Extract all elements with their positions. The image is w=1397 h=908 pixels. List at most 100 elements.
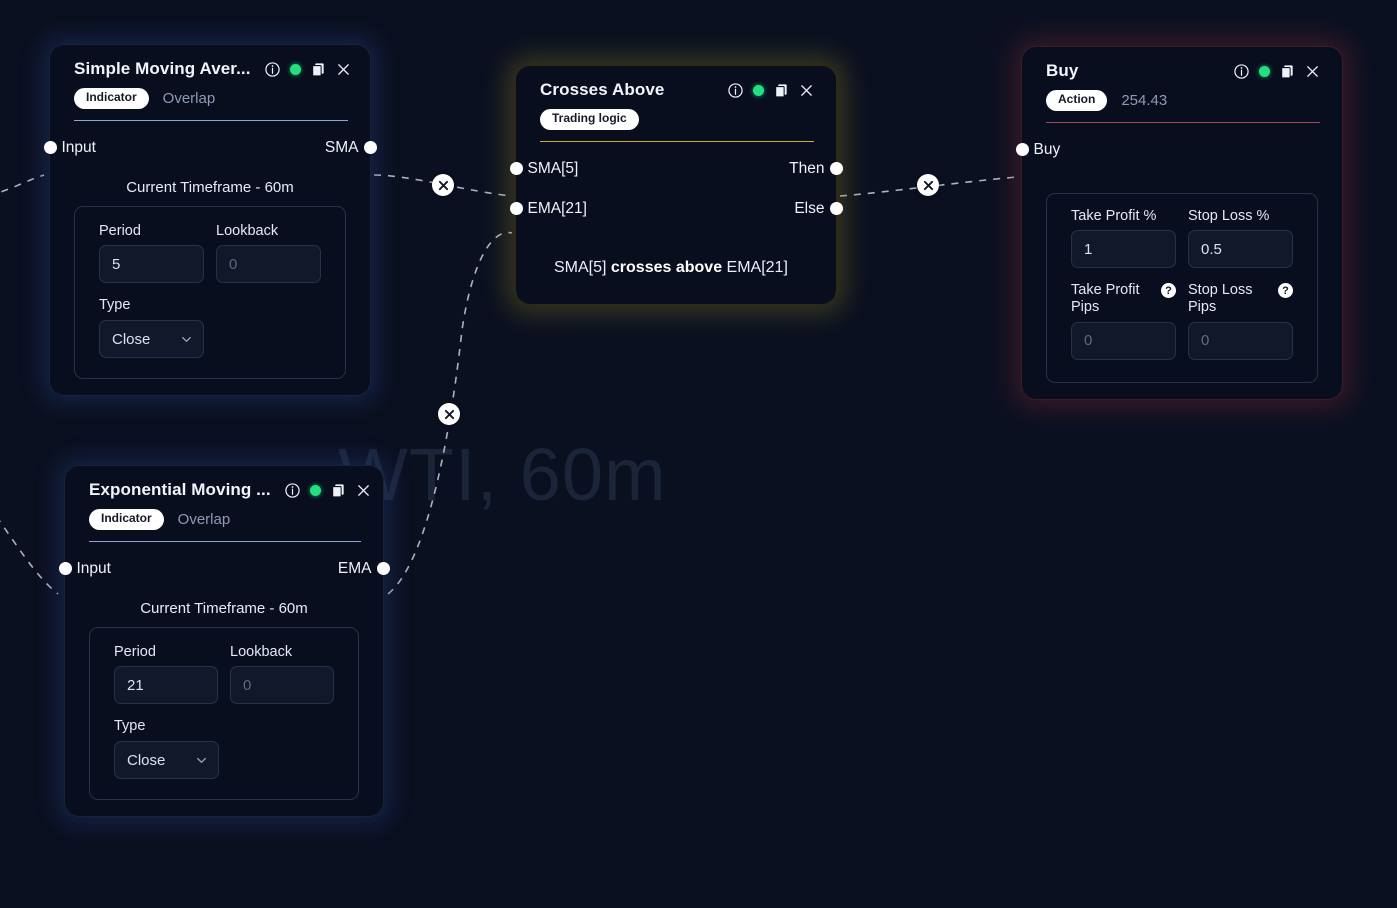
node-ports-row-1: SMA[5] Then	[509, 156, 843, 182]
duplicate-icon[interactable]	[774, 83, 789, 98]
port-label-else: Else	[794, 199, 825, 217]
info-icon[interactable]	[284, 482, 300, 498]
field-row-percent: Take Profit % Stop Loss %	[1047, 208, 1317, 269]
period-input[interactable]	[114, 666, 218, 705]
edge-delete-sma-to-logic[interactable]	[432, 174, 454, 196]
port-output-ema[interactable]: EMA	[338, 560, 390, 578]
port-dot-output[interactable]	[363, 141, 377, 155]
node-ports: Input SMA	[43, 135, 377, 161]
info-icon[interactable]	[264, 61, 280, 77]
close-icon[interactable]	[336, 62, 351, 77]
logic-expression: SMA[5] crosses above EMA[21]	[516, 222, 836, 288]
type-select[interactable]: Close	[114, 741, 219, 780]
node-title: Buy	[1046, 61, 1079, 80]
node-divider	[1046, 121, 1320, 123]
node-ports: Buy	[1015, 137, 1342, 163]
node-header-actions	[1234, 63, 1320, 79]
node-editor-canvas[interactable]: WTI, 60m Simple Moving Aver... Indicator…	[0, 0, 1397, 908]
duplicate-icon[interactable]	[1280, 64, 1295, 79]
info-icon[interactable]	[728, 82, 743, 98]
type-select-value: Close	[112, 330, 151, 348]
node-header-actions	[264, 61, 351, 77]
period-input[interactable]	[99, 245, 204, 284]
label-take-profit-pips: Take Profit Pips ?	[1071, 282, 1176, 315]
label-period: Period	[114, 643, 156, 660]
port-label-input: Buy	[1033, 140, 1061, 158]
node-header-actions	[728, 82, 814, 98]
port-input-a[interactable]: SMA[5]	[509, 160, 578, 178]
stop-loss-pips-input[interactable]	[1188, 321, 1293, 360]
logic-expression-left: SMA[5]	[554, 258, 611, 276]
port-dot-then[interactable]	[829, 162, 843, 176]
node-simple-moving-average[interactable]: Simple Moving Aver... Indicator Overlap	[43, 45, 377, 396]
node-divider	[74, 119, 348, 121]
node-header: Crosses Above	[516, 80, 836, 100]
current-price: 254.43	[1121, 91, 1168, 109]
port-dot-input-a[interactable]	[509, 162, 523, 176]
node-tabs: Indicator Overlap	[50, 79, 370, 109]
port-output-else[interactable]: Else	[794, 199, 843, 218]
field-stop-loss-pips: Stop Loss Pips ?	[1188, 282, 1293, 360]
node-divider	[540, 140, 814, 142]
edge-delete-logic-to-buy[interactable]	[917, 174, 939, 196]
label-lookback: Lookback	[230, 643, 293, 660]
port-output-sma[interactable]: SMA	[324, 138, 377, 157]
field-row: Period Lookback	[90, 644, 358, 705]
edge-delete-ema-to-logic[interactable]	[438, 403, 460, 425]
tab-overlap[interactable]: Overlap	[178, 511, 231, 528]
node-crosses-above[interactable]: Crosses Above Trading logic SMA[5] Then …	[509, 66, 843, 304]
node-exponential-moving-average[interactable]: Exponential Moving ... Indicator Overlap	[58, 466, 390, 817]
port-input[interactable]: Input	[58, 560, 111, 578]
node-header: Exponential Moving ...	[65, 480, 383, 500]
port-dot-input[interactable]	[1015, 143, 1029, 157]
close-x-icon	[444, 409, 454, 419]
port-output-then[interactable]: Then	[789, 160, 843, 178]
stop-loss-pct-input[interactable]	[1188, 230, 1293, 269]
port-input-buy[interactable]: Buy	[1015, 140, 1061, 159]
duplicate-icon[interactable]	[331, 483, 346, 498]
close-icon[interactable]	[356, 483, 371, 498]
port-input-b[interactable]: EMA[21]	[509, 199, 587, 218]
status-dot-icon	[1259, 65, 1270, 77]
info-icon[interactable]	[1234, 63, 1249, 79]
port-dot-output[interactable]	[376, 562, 390, 576]
label-type: Type	[114, 718, 146, 735]
close-icon[interactable]	[1305, 64, 1320, 79]
tab-indicator[interactable]: Indicator	[74, 88, 149, 109]
tab-overlap[interactable]: Overlap	[163, 90, 216, 107]
status-dot-icon	[289, 63, 301, 75]
help-icon[interactable]: ?	[1278, 283, 1293, 299]
duplicate-icon[interactable]	[311, 62, 326, 77]
tab-indicator[interactable]: Indicator	[89, 509, 164, 530]
field-period: Period	[99, 223, 204, 284]
field-row-type: Type Close	[90, 718, 358, 780]
help-icon[interactable]: ?	[1161, 283, 1176, 299]
node-buy-action[interactable]: Buy Action 254.43 Buy Take Profit % 1 St…	[1015, 47, 1342, 399]
port-dot-else[interactable]	[829, 202, 843, 216]
port-dot-input[interactable]	[43, 141, 57, 155]
field-row-type: Type Close	[75, 297, 345, 359]
node-tabs: Action 254.43	[1022, 81, 1342, 111]
logic-expression-right: EMA[21]	[722, 258, 788, 276]
port-dot-input-b[interactable]	[509, 202, 523, 216]
node-divider	[89, 540, 361, 542]
edge-into-ema-input	[0, 520, 59, 595]
field-row-pips: Take Profit Pips ? Stop Loss Pips ?	[1047, 282, 1317, 360]
tab-trading-logic[interactable]: Trading logic	[540, 109, 639, 130]
lookback-input[interactable]	[230, 666, 334, 705]
field-lookback: Lookback	[216, 223, 321, 284]
type-select[interactable]: Close	[99, 320, 204, 359]
timeframe-label: Current Timeframe - 60m	[140, 599, 308, 617]
node-header: Simple Moving Aver...	[50, 59, 370, 79]
lookback-input[interactable]	[216, 245, 321, 284]
port-input[interactable]: Input	[43, 139, 96, 157]
close-icon[interactable]	[799, 83, 814, 98]
port-label-output: SMA	[324, 138, 359, 156]
tab-action[interactable]: Action	[1046, 90, 1108, 111]
field-take-profit-pct: Take Profit %	[1071, 208, 1176, 269]
take-profit-pips-input[interactable]	[1071, 321, 1176, 360]
field-period: Period	[114, 644, 218, 705]
port-label-input-b: EMA[21]	[527, 199, 587, 217]
port-dot-input[interactable]	[58, 562, 72, 576]
take-profit-pct-input[interactable]	[1071, 230, 1176, 269]
